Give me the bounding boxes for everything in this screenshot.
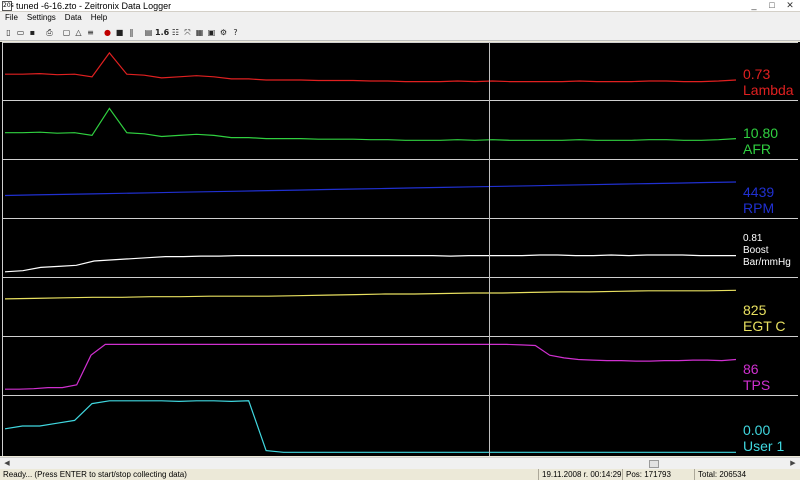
menu-bar: File Settings Data Help	[0, 12, 800, 24]
minimize-button[interactable]: _	[746, 0, 762, 11]
menu-file[interactable]: File	[5, 12, 18, 24]
scale-icon[interactable]: ≡	[85, 27, 96, 38]
channel-lane-afr: 10.80 AFR	[2, 100, 798, 159]
horizontal-scrollbar[interactable]: ◀ ▶	[0, 457, 800, 469]
scroll-right-icon[interactable]: ▶	[788, 459, 798, 469]
app-icon: 20s	[2, 1, 14, 11]
channel-label-egt: EGT C	[743, 318, 786, 334]
trace-svg-rpm	[4, 181, 737, 197]
channel-label-lambda: Lambda	[743, 82, 794, 98]
status-message: Ready... (Press ENTER to start/stop coll…	[3, 470, 187, 479]
new-icon[interactable]: ▯	[3, 27, 14, 38]
channel-lane-egt: 825 EGT C	[2, 277, 798, 336]
view-icon[interactable]: ▢	[61, 27, 72, 38]
channel-value-lambda: 0.73	[743, 66, 771, 82]
window-controls: _ □ ✕	[746, 0, 798, 11]
title-bar: 20s tuned -6-16.zto - Zeitronix Data Log…	[0, 0, 800, 12]
scrollbar-thumb[interactable]	[649, 460, 659, 468]
trace-tps	[5, 343, 737, 390]
channel-label-tps: TPS	[743, 377, 771, 393]
maximize-button[interactable]: □	[764, 0, 780, 11]
trace-svg-tps	[5, 343, 737, 390]
window-title: tuned -6-16.zto - Zeitronix Data Logger	[16, 1, 172, 11]
toolbar: ▯ ▭ ▪ ⎙ ▢ △ ≡ ● ■ ‖ ▤ 1.6 ☷ ⤧ ▦ ▣ ⚙ ?	[0, 24, 800, 41]
channel-label-user1: User 1	[743, 438, 785, 454]
channel-lane-rpm: 4439 RPM	[2, 159, 798, 218]
trace-lambda	[5, 51, 737, 83]
image-icon[interactable]: ▣	[206, 27, 217, 38]
trace-svg-user1	[4, 400, 736, 453]
status-total: Total: 206534	[694, 469, 746, 480]
trace-svg-afr	[5, 107, 737, 141]
menu-data[interactable]: Data	[65, 12, 82, 24]
help-icon[interactable]: ?	[230, 27, 241, 38]
trace-boost	[4, 254, 736, 273]
record-icon[interactable]: ●	[102, 27, 113, 38]
trace-svg-lambda	[5, 51, 737, 83]
status-position: Pos: 171793	[622, 469, 671, 480]
channel-value-afr: 10.80	[743, 125, 779, 141]
settings-icon[interactable]: ⚙	[218, 27, 229, 38]
pause-icon[interactable]: ‖	[126, 27, 137, 38]
status-bar: Ready... (Press ENTER to start/stop coll…	[0, 469, 800, 480]
channel-value-tps: 86	[743, 361, 759, 377]
channel-label-boost: Boost	[743, 245, 769, 256]
channel-value-boost: 0.81	[743, 233, 763, 244]
fit-icon[interactable]: ⤧	[182, 27, 193, 38]
channels-icon[interactable]: ☷	[170, 27, 181, 38]
export-icon[interactable]: ▦	[194, 27, 205, 38]
channel-lane-user1: 0.00 User 1	[2, 395, 798, 456]
channel-lane-lambda: 0.73 Lambda	[2, 42, 798, 100]
print-icon[interactable]: ⎙	[44, 27, 55, 38]
menu-help[interactable]: Help	[91, 12, 107, 24]
trace-user1	[4, 400, 736, 453]
trace-svg-egt	[4, 289, 737, 300]
channel-value-user1: 0.00	[743, 422, 771, 438]
channel-lane-tps: 86 TPS	[2, 336, 798, 395]
channel-value-egt: 825	[743, 302, 767, 318]
stop-icon[interactable]: ■	[114, 27, 125, 38]
channel-value-rpm: 4439	[743, 184, 775, 200]
open-icon[interactable]: ▭	[15, 27, 26, 38]
save-icon[interactable]: ▪	[27, 27, 38, 38]
grid-icon[interactable]: ▤	[143, 27, 154, 38]
trace-egt	[4, 289, 737, 300]
channel-lane-boost: Bar/mmHg 0.81 Boost	[2, 218, 798, 277]
menu-settings[interactable]: Settings	[27, 12, 56, 24]
status-datetime: 19.11.2008 r. 00:14:29	[538, 469, 621, 480]
trace-afr	[5, 107, 737, 141]
channel-label-rpm: RPM	[743, 200, 775, 216]
scroll-left-icon[interactable]: ◀	[2, 459, 12, 469]
warning-icon[interactable]: △	[73, 27, 84, 38]
trace-svg-boost	[4, 254, 736, 273]
zoom-value-icon[interactable]: 1.6	[155, 27, 169, 38]
plot-area[interactable]: 0.73 Lambda 10.80 AFR 4439 RPM Bar/mmHg 0.81 Boo…	[0, 42, 800, 456]
time-cursor-line[interactable]	[489, 42, 490, 456]
channel-unit-boost: Bar/mmHg	[743, 257, 791, 268]
channel-label-afr: AFR	[743, 141, 771, 157]
close-button[interactable]: ✕	[782, 0, 798, 11]
trace-rpm	[4, 181, 737, 197]
